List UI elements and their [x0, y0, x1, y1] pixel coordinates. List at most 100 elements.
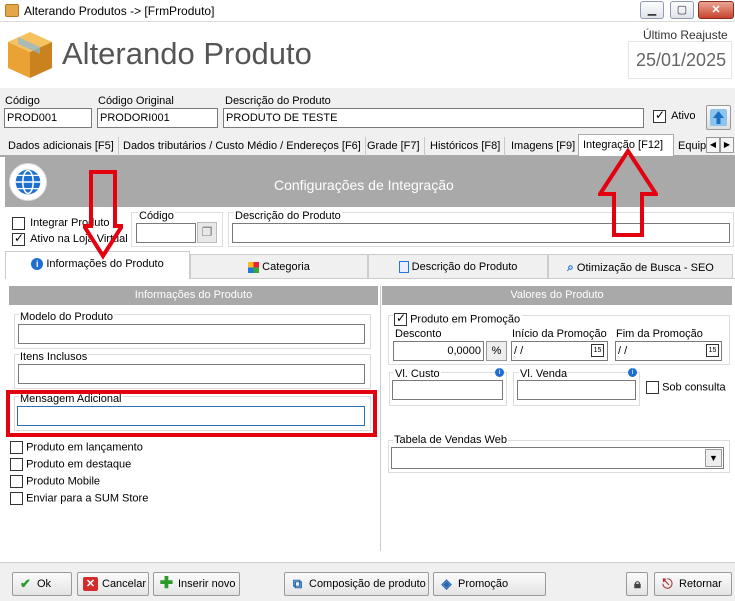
- tab-dados-adicionais[interactable]: Dados adicionais [F5]: [4, 137, 119, 156]
- search-icon: ⌕: [567, 260, 574, 274]
- integ-descricao-label: Descrição do Produto: [234, 210, 342, 222]
- sob-consulta-label: Sob consulta: [662, 381, 726, 394]
- reajuste-value: 25/01/2025: [636, 50, 727, 70]
- plus-icon: ✚: [159, 575, 174, 592]
- integ-codigo-label: Código: [138, 210, 175, 222]
- descricao-field[interactable]: PRODUTO DE TESTE: [223, 108, 644, 128]
- tabela-select[interactable]: [391, 447, 724, 469]
- tab-dados-tributarios[interactable]: Dados tributários / Custo Médio / Endere…: [119, 137, 366, 156]
- ok-button[interactable]: ✔ Ok: [12, 572, 72, 596]
- highlight-box: [6, 390, 377, 437]
- calendar-icon[interactable]: 15: [591, 344, 604, 357]
- itens-field[interactable]: [18, 364, 365, 384]
- tab-historicos[interactable]: Históricos [F8]: [426, 137, 506, 156]
- tab-equip[interactable]: Equip: [674, 137, 710, 156]
- ativo-loja-check-box[interactable]: [12, 231, 25, 246]
- document-icon: [398, 261, 409, 274]
- promocao-checkbox[interactable]: Produto em Promoção: [394, 311, 523, 326]
- arrow-up-annotation-icon: [598, 148, 658, 237]
- tab-imagens[interactable]: Imagens [F9]: [507, 137, 581, 156]
- modelo-field[interactable]: [18, 324, 365, 344]
- itens-label: Itens Inclusos: [19, 351, 89, 363]
- promocao-button[interactable]: ◈ Promoção: [433, 572, 546, 596]
- codigo-original-label: Código Original: [98, 95, 174, 107]
- venda-label: Vl. Venda: [519, 368, 569, 380]
- minimize-button[interactable]: ▁: [640, 1, 664, 19]
- copy-icon[interactable]: ❐: [197, 222, 217, 243]
- tab-scroll-left-icon[interactable]: ◀: [706, 137, 720, 153]
- desconto-field[interactable]: 0,0000: [393, 341, 484, 361]
- codigo-original-field[interactable]: PRODORI001: [97, 108, 218, 128]
- ok-label: Ok: [37, 578, 52, 590]
- venda-field[interactable]: [517, 380, 636, 400]
- codigo-label: Código: [5, 95, 40, 107]
- lancamento-label: Produto em lançamento: [26, 441, 143, 454]
- window-title: Alterando Produtos -> [FrmProduto]: [24, 4, 215, 18]
- destaque-label: Produto em destaque: [26, 458, 132, 471]
- inserir-novo-button[interactable]: ✚ Inserir novo: [153, 572, 240, 596]
- promocao-label: Produto em Promoção: [410, 313, 521, 326]
- subtab-descricao[interactable]: Descrição do Produto: [368, 254, 548, 279]
- modelo-label: Modelo do Produto: [19, 311, 114, 323]
- title-bar: Alterando Produtos -> [FrmProduto] ▁ ▢ ✕: [0, 0, 735, 22]
- sum-store-checkbox[interactable]: Enviar para a SUM Store: [10, 492, 148, 505]
- exit-icon: ⎋: [662, 576, 673, 591]
- ativo-label: Ativo: [671, 110, 696, 123]
- mobile-label: Produto Mobile: [26, 475, 101, 488]
- ativo-checkbox[interactable]: Ativo: [653, 108, 696, 123]
- subtab-descricao-label: Descrição do Produto: [411, 261, 518, 273]
- codigo-field[interactable]: PROD001: [4, 108, 92, 128]
- inicio-label: Início da Promoção: [512, 328, 607, 340]
- grid-icon: [248, 261, 260, 273]
- integration-title: Configurações de Integração: [274, 177, 454, 193]
- destaque-checkbox[interactable]: Produto em destaque: [10, 458, 131, 471]
- panel-divider: [380, 286, 381, 551]
- page-title: Alterando Produto: [62, 36, 312, 71]
- info-icon: i: [495, 368, 504, 377]
- integrar-check-box[interactable]: [12, 217, 25, 230]
- desconto-label: Desconto: [395, 328, 442, 340]
- fim-label: Fim da Promoção: [616, 328, 703, 340]
- cancelar-button[interactable]: ✕ Cancelar: [77, 572, 149, 596]
- check-icon: ✔: [20, 576, 31, 591]
- chevron-down-icon[interactable]: ▼: [705, 449, 722, 467]
- reajuste-label: Último Reajuste: [643, 28, 728, 42]
- arrow-up-icon: [710, 109, 727, 126]
- retornar-label: Retornar: [679, 578, 722, 590]
- subtab-seo[interactable]: ⌕ Otimização de Busca - SEO: [548, 254, 733, 279]
- descricao-label: Descrição do Produto: [225, 95, 331, 107]
- lock-icon: 🔒︎: [634, 576, 641, 591]
- tab-scroll-right-icon[interactable]: ▶: [720, 137, 734, 153]
- tab-grade[interactable]: Grade [F7]: [363, 137, 425, 156]
- app-icon: [5, 4, 19, 17]
- lock-button[interactable]: 🔒︎: [626, 572, 648, 596]
- inserir-label: Inserir novo: [178, 578, 236, 590]
- tabela-label: Tabela de Vendas Web: [393, 434, 508, 446]
- tag-icon: ◈: [441, 576, 452, 591]
- integ-codigo-field[interactable]: [136, 223, 196, 243]
- mobile-checkbox[interactable]: Produto Mobile: [10, 475, 100, 488]
- cancel-icon: ✕: [83, 577, 98, 591]
- composition-icon: ⧉: [292, 576, 303, 591]
- upload-button[interactable]: [706, 105, 731, 130]
- composicao-label: Composição de produto: [309, 578, 426, 590]
- custo-field[interactable]: [392, 380, 503, 400]
- lancamento-checkbox[interactable]: Produto em lançamento: [10, 441, 143, 454]
- calendar-icon[interactable]: 15: [706, 344, 719, 357]
- promocao-button-label: Promoção: [458, 578, 509, 590]
- valores-header: Valores do Produto: [382, 286, 732, 305]
- cancelar-label: Cancelar: [102, 578, 147, 590]
- info-icon: i: [628, 368, 637, 377]
- arrow-down-annotation-icon: [83, 170, 123, 260]
- retornar-button[interactable]: ⎋ Retornar: [654, 572, 732, 596]
- maximize-button[interactable]: ▢: [670, 1, 694, 19]
- product-box-icon: [8, 32, 52, 78]
- close-button[interactable]: ✕: [698, 1, 734, 19]
- subtab-categoria[interactable]: Categoria: [190, 254, 368, 279]
- subtab-categoria-label: Categoria: [262, 261, 310, 273]
- ativo-check-box[interactable]: [653, 108, 666, 123]
- sob-consulta-checkbox[interactable]: Sob consulta: [646, 381, 726, 394]
- composicao-button[interactable]: ⧉ Composição de produto: [284, 572, 429, 596]
- globe-icon: [15, 169, 41, 195]
- percent-button[interactable]: %: [486, 341, 507, 361]
